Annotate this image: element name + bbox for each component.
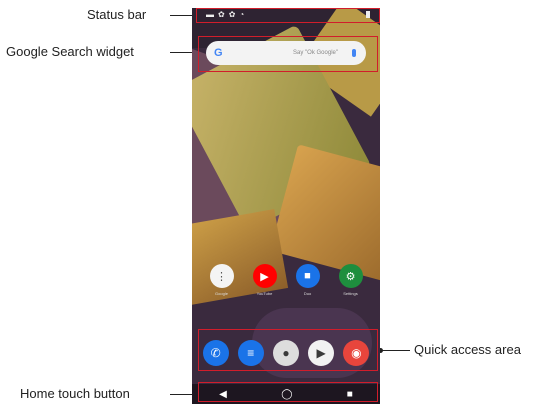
search-widget-highlight bbox=[198, 36, 378, 72]
duo-icon: ■ bbox=[295, 264, 320, 288]
app-shortcut-google[interactable]: ⋮ Google bbox=[205, 264, 239, 296]
quick-access-highlight bbox=[198, 329, 378, 371]
google-folder-icon: ⋮ bbox=[209, 264, 234, 288]
youtube-icon: ▶ bbox=[252, 264, 277, 288]
settings-icon: ⚙ bbox=[338, 264, 363, 288]
app-label: Settings bbox=[343, 291, 358, 296]
app-shortcut-settings[interactable]: ⚙ Settings bbox=[334, 264, 368, 296]
home-app-row: ⋮ Google ▶ YouTube ■ Duo ⚙ Settings bbox=[200, 264, 372, 296]
app-label: Duo bbox=[303, 291, 312, 296]
app-label: Google bbox=[215, 291, 228, 296]
search-widget-callout: Google Search widget bbox=[6, 44, 134, 59]
quick-access-callout: Quick access area bbox=[414, 342, 521, 357]
home-button-highlight bbox=[198, 382, 378, 402]
status-bar-callout: Status bar bbox=[87, 7, 147, 22]
app-label: YouTube bbox=[256, 291, 273, 296]
app-shortcut-youtube[interactable]: ▶ YouTube bbox=[248, 264, 282, 296]
app-shortcut-duo[interactable]: ■ Duo bbox=[291, 264, 325, 296]
quick-access-leader bbox=[382, 350, 410, 351]
home-button-callout: Home touch button bbox=[20, 386, 130, 401]
status-bar-highlight bbox=[196, 8, 380, 23]
